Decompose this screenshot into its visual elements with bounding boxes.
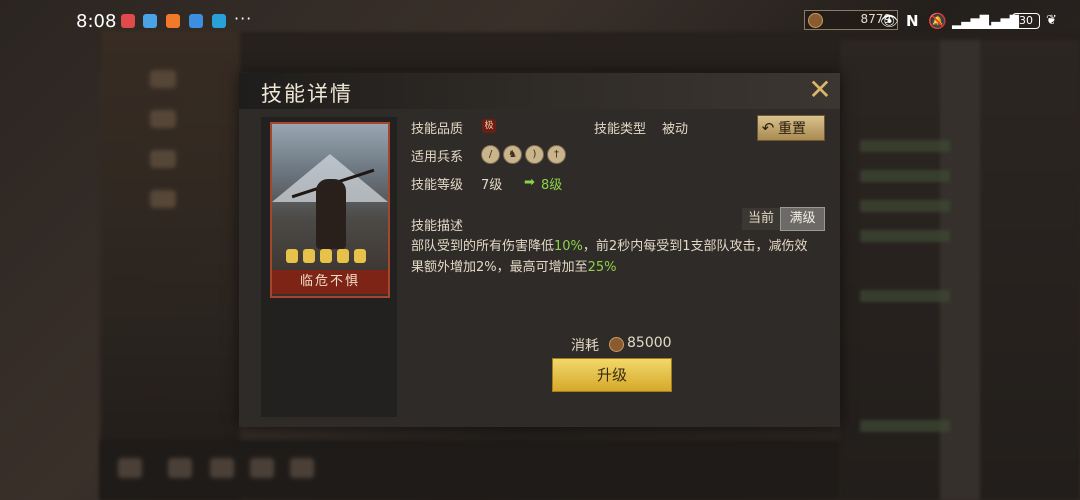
- clock: 8:08: [76, 11, 117, 32]
- eye-icon: 👁: [880, 12, 900, 30]
- desc-highlight: 25%: [587, 260, 617, 275]
- dialog-title: 技能详情: [261, 82, 353, 106]
- more-notifications-icon: ···: [234, 9, 253, 28]
- copper-coin-icon: [808, 13, 823, 28]
- cost-value: 85000: [627, 335, 672, 351]
- sword-icon: †: [547, 145, 566, 164]
- card-art-warrior: [316, 179, 346, 249]
- skill-card[interactable]: 临危不惧: [270, 122, 390, 298]
- desc-label: 技能描述: [411, 219, 464, 234]
- star-icon: [337, 249, 349, 263]
- battery-icon: 30: [1012, 13, 1040, 29]
- horse-icon: ♞: [503, 145, 522, 164]
- type-label: 技能类型: [594, 122, 647, 137]
- skill-description: 部队受到的所有伤害降低10%，前2秒内每受到1支部队攻击，减伤效果额外增加2%，…: [411, 236, 811, 278]
- app-notification-icon: [121, 14, 135, 28]
- reset-label: 重置: [778, 121, 806, 137]
- background-blob: [150, 190, 176, 208]
- arrow-right-icon: ➡: [524, 175, 535, 190]
- nfc-icon: N: [906, 12, 919, 30]
- skill-name: 临危不惧: [272, 270, 388, 294]
- undo-icon: ↶: [761, 119, 775, 137]
- app-notification-icon: [212, 14, 226, 28]
- status-bar: 8:08 ··· 8779 👁 N 🔕 ▂▄▆█ ▂▄▆█ 30 ❦: [0, 0, 1080, 44]
- troops-label: 适用兵系: [411, 150, 464, 165]
- background-row: [860, 290, 950, 302]
- app-notification-icon: [143, 14, 157, 28]
- app-notification-icon: [166, 14, 180, 28]
- tab-max-level[interactable]: 满级: [780, 207, 825, 231]
- type-value: 被动: [662, 122, 689, 137]
- quality-label: 技能品质: [411, 122, 464, 137]
- background-row: [860, 170, 950, 182]
- level-current: 7级: [481, 178, 503, 193]
- background-row: [860, 200, 950, 212]
- background-blob: [150, 70, 176, 88]
- dialog-title-bar: 技能详情 ✕: [239, 73, 840, 109]
- copper-coin-icon: [609, 337, 624, 352]
- bow-icon: ): [525, 145, 544, 164]
- star-icon: [286, 249, 298, 263]
- level-next: 8级: [541, 178, 563, 193]
- spear-icon: /: [481, 145, 500, 164]
- upgrade-button[interactable]: 升级: [552, 358, 672, 392]
- skill-stars: [286, 249, 376, 263]
- background-bottom-bar: [100, 440, 840, 500]
- skill-card-panel: 临危不惧: [261, 117, 397, 417]
- reset-button[interactable]: ↶ 重置: [757, 115, 825, 141]
- level-label: 技能等级: [411, 178, 464, 193]
- mute-icon: 🔕: [928, 12, 947, 30]
- background-right-panel: [840, 40, 1080, 500]
- cost-label: 消耗: [571, 338, 599, 354]
- background-left-panel: [100, 30, 240, 500]
- quality-badge: 极: [482, 119, 496, 133]
- close-icon[interactable]: ✕: [806, 76, 834, 104]
- background-icon: [118, 458, 142, 478]
- background-icon: [168, 458, 192, 478]
- background-row: [860, 230, 950, 242]
- power-saver-icon: ❦: [1046, 13, 1057, 28]
- star-icon: [354, 249, 366, 263]
- skill-detail-dialog: 技能详情 ✕ 临危不惧 技能品质 极 技能类型 被动 ↶ 重置 适用兵系 / ♞ …: [239, 73, 840, 427]
- star-icon: [303, 249, 315, 263]
- star-icon: [320, 249, 332, 263]
- tab-current[interactable]: 当前: [742, 208, 780, 230]
- desc-text: 部队受到的所有伤害降低: [411, 239, 555, 254]
- background-icon: [250, 458, 274, 478]
- background-icon: [210, 458, 234, 478]
- desc-highlight: 10%: [554, 239, 583, 254]
- app-notification-icon: [189, 14, 203, 28]
- background-blob: [150, 110, 176, 128]
- background-icon: [290, 458, 314, 478]
- background-row: [860, 420, 950, 432]
- background-blob: [150, 150, 176, 168]
- background-row: [860, 140, 950, 152]
